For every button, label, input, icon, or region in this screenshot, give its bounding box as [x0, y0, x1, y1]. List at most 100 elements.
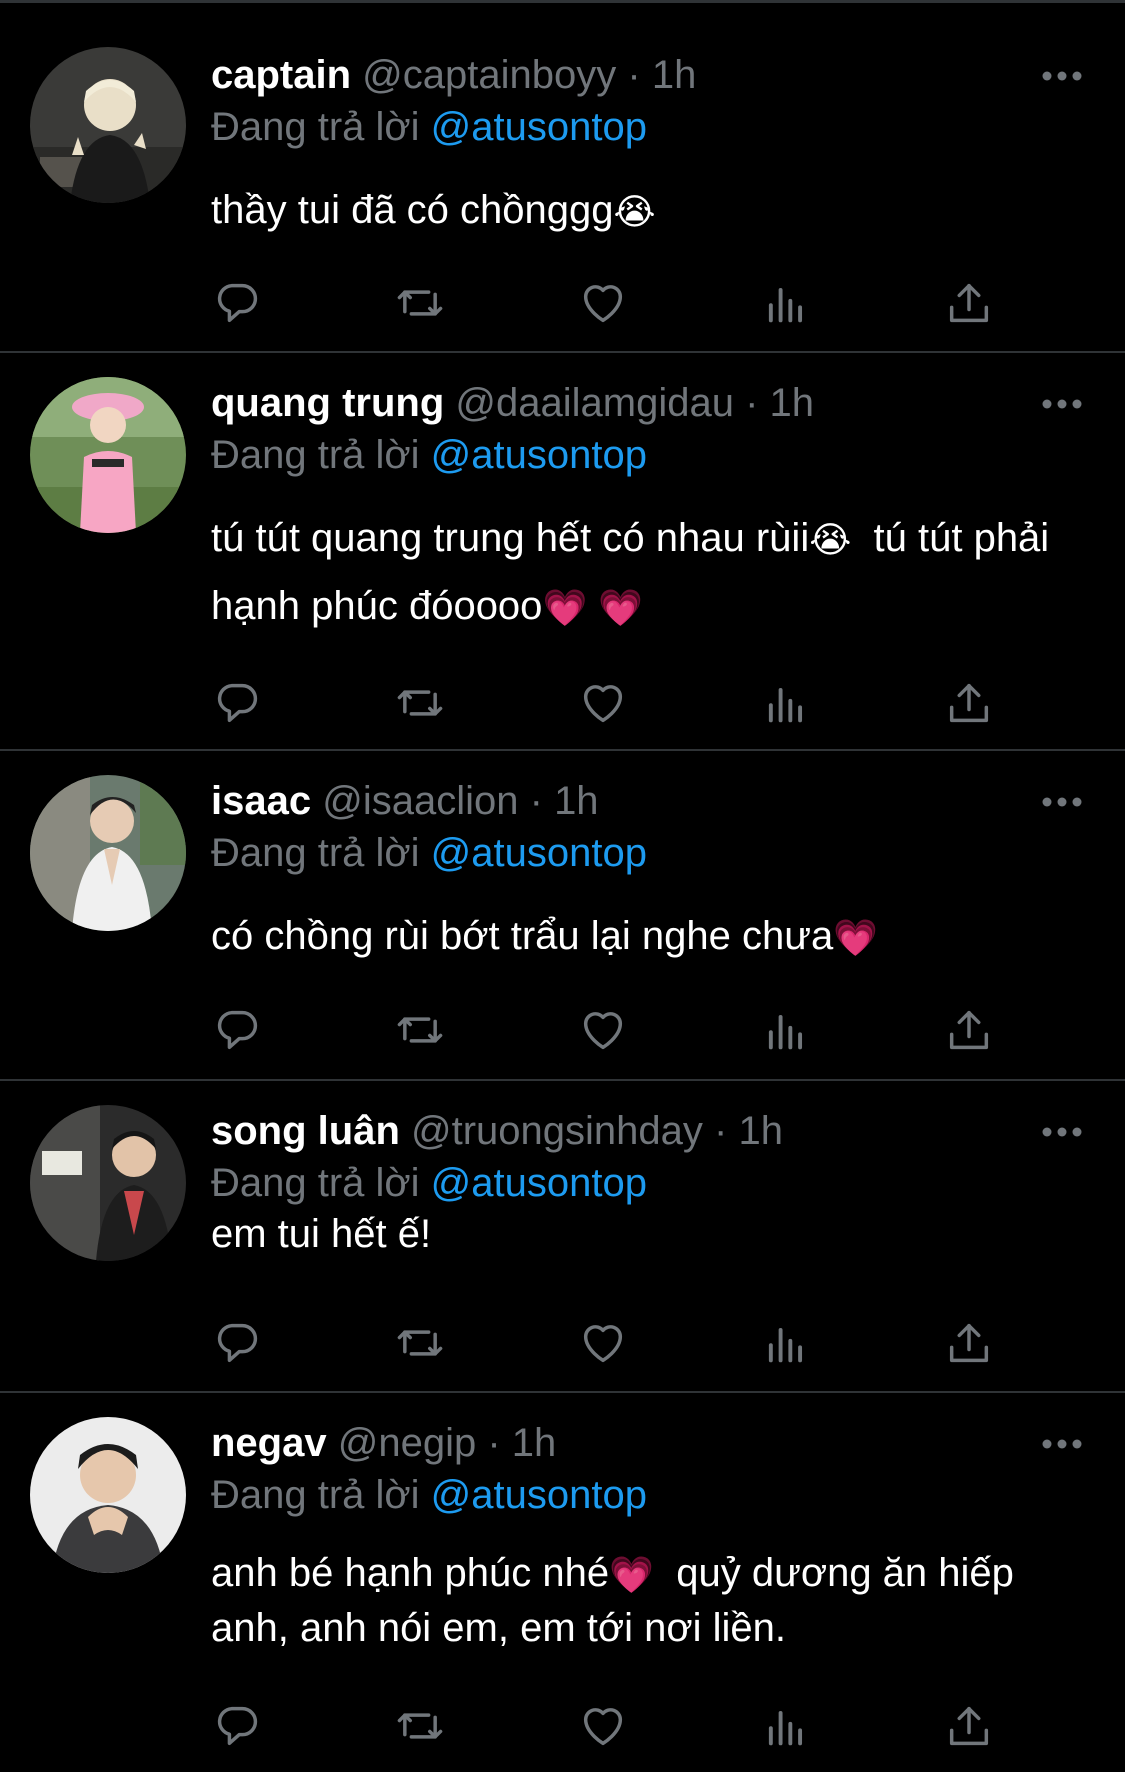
- reply-icon[interactable]: [211, 1700, 263, 1752]
- avatar[interactable]: [30, 47, 186, 203]
- heart-emoji: 💗: [598, 587, 644, 629]
- user-handle[interactable]: @truongsinhday: [411, 1109, 703, 1153]
- more-icon[interactable]: [1040, 790, 1084, 814]
- more-icon[interactable]: [1040, 1120, 1084, 1144]
- display-name[interactable]: captain: [211, 53, 351, 97]
- avatar[interactable]: [30, 1105, 186, 1261]
- more-icon[interactable]: [1040, 1432, 1084, 1456]
- separator: ·: [714, 1109, 728, 1153]
- more-icon[interactable]: [1040, 64, 1084, 88]
- tweet-text-segment: [587, 584, 598, 628]
- heart-icon[interactable]: [577, 1317, 629, 1369]
- heart-icon[interactable]: [577, 1004, 629, 1056]
- more-icon[interactable]: [1040, 392, 1084, 416]
- tweet-text: thầy tui đã có chồnggg😭: [211, 176, 1091, 244]
- tweet-text-segment: thầy tui đã có chồnggg: [211, 188, 614, 232]
- tweet-text-segment: em tui hết ế!: [211, 1212, 432, 1256]
- reply-tweet[interactable]: captain @captainboyy · 1h Đang trả lời @…: [0, 3, 1125, 353]
- tweet-text: anh bé hạnh phúc nhé💗 quỷ dương ăn hiếp …: [211, 1546, 1091, 1656]
- reply-tweet[interactable]: song luân @truongsinhday · 1h Đang trả l…: [0, 1081, 1125, 1393]
- reply-tweet[interactable]: isaac @isaaclion · 1h Đang trả lời @atus…: [0, 751, 1125, 1081]
- action-bar: [211, 1317, 1011, 1369]
- tweet-header: song luân @truongsinhday · 1h: [211, 1106, 783, 1156]
- share-icon[interactable]: [943, 677, 995, 729]
- crying-emoji: 😭: [613, 191, 656, 233]
- reply-icon[interactable]: [211, 677, 263, 729]
- separator: ·: [529, 779, 543, 823]
- tweet-header: negav @negip · 1h: [211, 1418, 556, 1468]
- replying-to-handle[interactable]: @atusontop: [431, 105, 647, 149]
- display-name[interactable]: quang trung: [211, 381, 444, 425]
- timestamp[interactable]: 1h: [770, 381, 815, 425]
- display-name[interactable]: negav: [211, 1421, 327, 1465]
- replying-to-label: Đang trả lời: [211, 831, 420, 875]
- tweet-text: em tui hết ế!: [211, 1200, 1091, 1268]
- reply-tweet[interactable]: negav @negip · 1h Đang trả lời @atusonto…: [0, 1393, 1125, 1772]
- user-handle[interactable]: @daailamgidau: [455, 381, 734, 425]
- avatar[interactable]: [30, 775, 186, 931]
- crying-emoji: 😭: [809, 519, 852, 561]
- user-handle[interactable]: @captainboyy: [362, 53, 616, 97]
- action-bar: [211, 277, 1011, 329]
- heart-emoji: 💗: [542, 587, 588, 629]
- separator: ·: [627, 53, 641, 97]
- replying-to-handle[interactable]: @atusontop: [431, 831, 647, 875]
- retweet-icon[interactable]: [394, 1700, 446, 1752]
- action-bar: [211, 1700, 1011, 1752]
- share-icon[interactable]: [943, 1004, 995, 1056]
- tweet-text-segment: anh bé hạnh phúc nhé: [211, 1551, 610, 1595]
- views-icon[interactable]: [760, 277, 812, 329]
- replying-to-label: Đang trả lời: [211, 1473, 420, 1517]
- display-name[interactable]: isaac: [211, 779, 311, 823]
- separator: ·: [745, 381, 759, 425]
- replying-to: Đang trả lời @atusontop: [211, 1470, 647, 1520]
- tweet-header: captain @captainboyy · 1h: [211, 50, 696, 100]
- views-icon[interactable]: [760, 677, 812, 729]
- views-icon[interactable]: [760, 1700, 812, 1752]
- replying-to-label: Đang trả lời: [211, 105, 420, 149]
- replying-to: Đang trả lời @atusontop: [211, 828, 647, 878]
- avatar[interactable]: [30, 1417, 186, 1573]
- share-icon[interactable]: [943, 1700, 995, 1752]
- reply-icon[interactable]: [211, 1004, 263, 1056]
- action-bar: [211, 677, 1011, 729]
- views-icon[interactable]: [760, 1317, 812, 1369]
- timestamp[interactable]: 1h: [512, 1421, 557, 1465]
- timestamp[interactable]: 1h: [652, 53, 697, 97]
- heart-icon[interactable]: [577, 277, 629, 329]
- replying-to-label: Đang trả lời: [211, 433, 420, 477]
- replying-to-label: Đang trả lời: [211, 1161, 420, 1205]
- retweet-icon[interactable]: [394, 677, 446, 729]
- heart-icon[interactable]: [577, 677, 629, 729]
- tweet-text: có chồng rùi bớt trẩu lại nghe chưa💗: [211, 902, 1091, 970]
- retweet-icon[interactable]: [394, 1317, 446, 1369]
- user-handle[interactable]: @isaaclion: [322, 779, 518, 823]
- replying-to-handle[interactable]: @atusontop: [431, 1161, 647, 1205]
- heart-icon[interactable]: [577, 1700, 629, 1752]
- separator: ·: [487, 1421, 501, 1465]
- share-icon[interactable]: [943, 1317, 995, 1369]
- heart-emoji: 💗: [609, 1554, 654, 1596]
- replying-to: Đang trả lời @atusontop: [211, 102, 647, 152]
- timestamp[interactable]: 1h: [554, 779, 599, 823]
- reply-icon[interactable]: [211, 277, 263, 329]
- replying-to-handle[interactable]: @atusontop: [431, 1473, 647, 1517]
- tweet-text-segment: tú tút quang trung hết có nhau rùii: [211, 516, 810, 560]
- avatar[interactable]: [30, 377, 186, 533]
- timestamp[interactable]: 1h: [739, 1109, 784, 1153]
- reply-icon[interactable]: [211, 1317, 263, 1369]
- tweet-text-segment: có chồng rùi bớt trẩu lại nghe chưa: [211, 914, 834, 958]
- reply-tweet[interactable]: quang trung @daailamgidau · 1h Đang trả …: [0, 353, 1125, 751]
- retweet-icon[interactable]: [394, 277, 446, 329]
- share-icon[interactable]: [943, 277, 995, 329]
- retweet-icon[interactable]: [394, 1004, 446, 1056]
- tweet-header: quang trung @daailamgidau · 1h: [211, 378, 814, 428]
- user-handle[interactable]: @negip: [338, 1421, 476, 1465]
- replying-to-handle[interactable]: @atusontop: [431, 433, 647, 477]
- display-name[interactable]: song luân: [211, 1109, 400, 1153]
- tweet-header: isaac @isaaclion · 1h: [211, 776, 599, 826]
- action-bar: [211, 1004, 1011, 1056]
- heart-emoji: 💗: [833, 917, 879, 959]
- replying-to: Đang trả lời @atusontop: [211, 430, 647, 480]
- views-icon[interactable]: [760, 1004, 812, 1056]
